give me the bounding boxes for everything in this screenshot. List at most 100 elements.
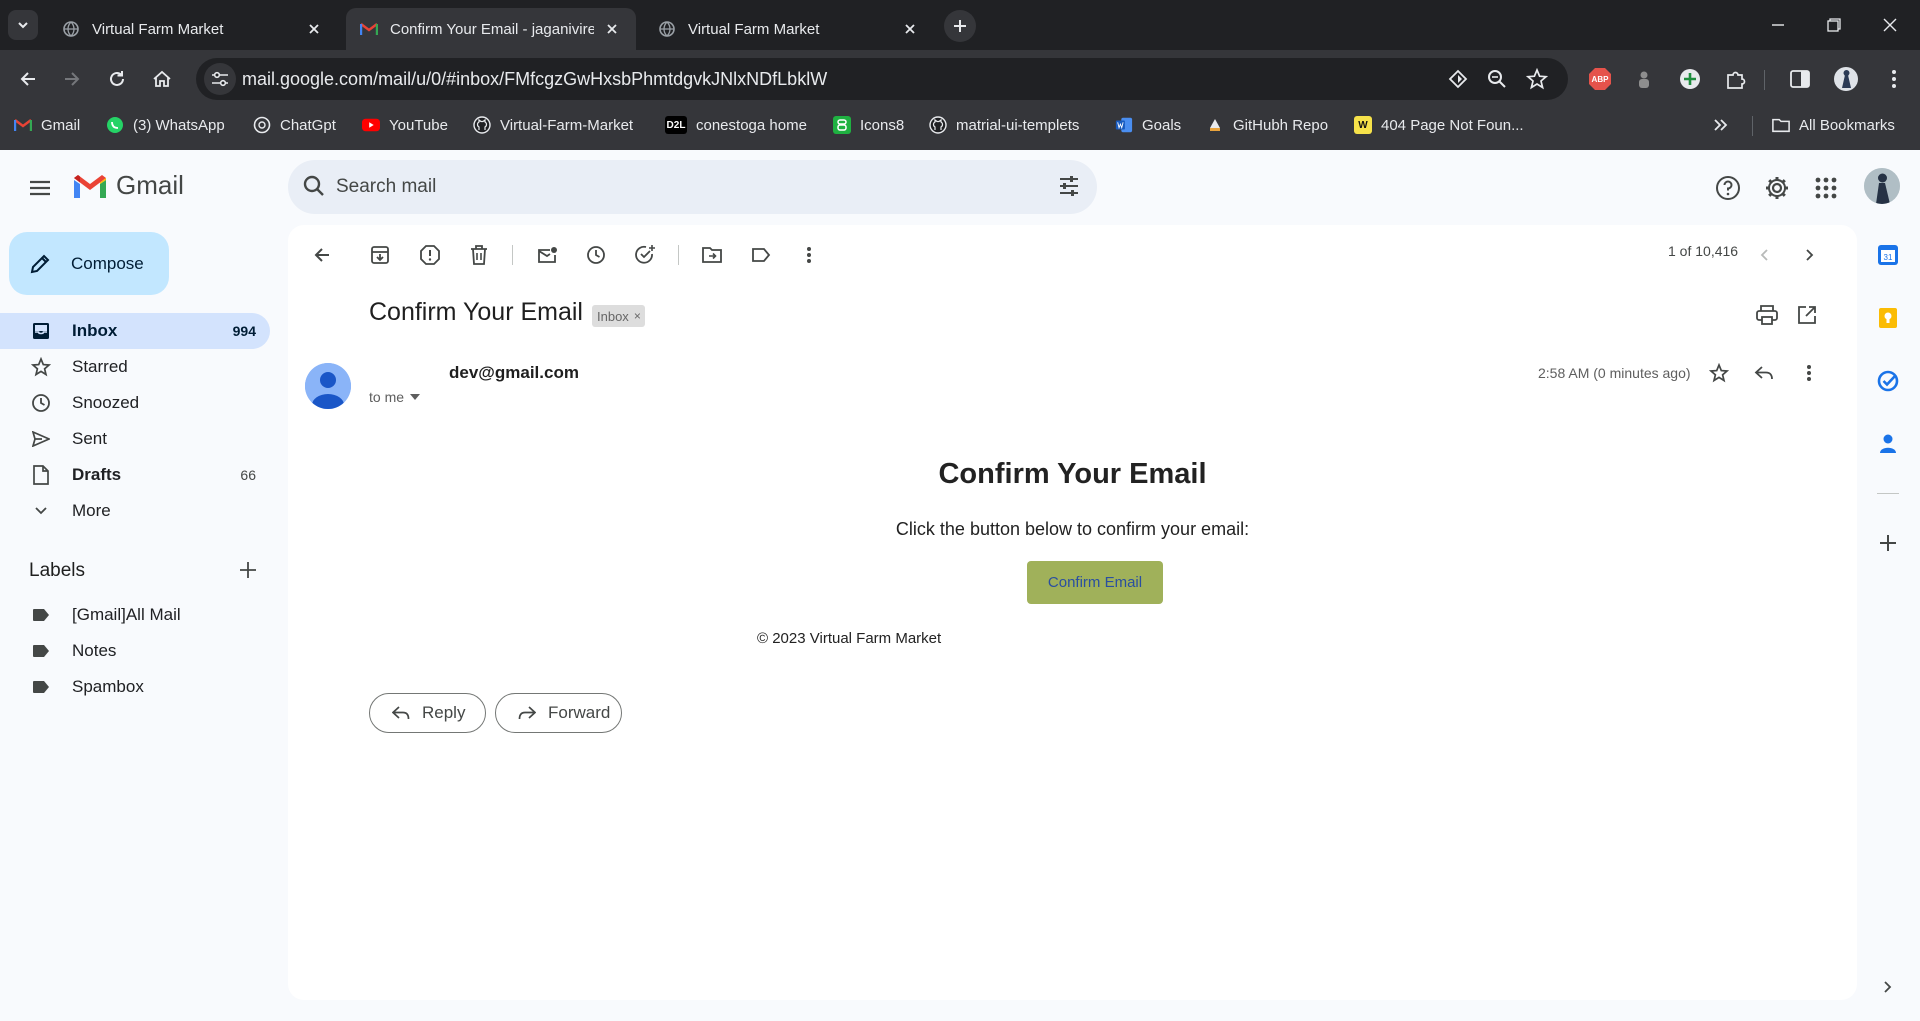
more-actions-button[interactable] — [791, 237, 827, 273]
sidebar-label-spambox[interactable]: Spambox — [0, 669, 270, 705]
bookmark-github-repo[interactable]: GitHubh Repo — [1206, 108, 1328, 142]
plus-icon — [954, 20, 966, 32]
reply-action-button[interactable]: Reply — [369, 693, 486, 733]
bookmark-star-icon[interactable] — [1524, 66, 1550, 92]
calendar-app-button[interactable]: 31 — [1870, 237, 1906, 273]
newer-button[interactable] — [1747, 237, 1783, 273]
spam-icon — [420, 245, 440, 265]
minimize-button[interactable] — [1750, 0, 1806, 50]
extension-icon[interactable] — [1628, 63, 1660, 95]
bookmark-404-page[interactable]: W 404 Page Not Foun... — [1354, 108, 1524, 142]
settings-button[interactable] — [1759, 170, 1795, 206]
bookmark-virtual-farm-market[interactable]: Virtual-Farm-Market — [473, 108, 633, 142]
reply-button[interactable] — [1746, 355, 1782, 391]
browser-tab-2[interactable]: Confirm Your Email - jaganivire — [346, 8, 636, 50]
message-more-button[interactable] — [1791, 355, 1827, 391]
adblock-extension[interactable]: ABP — [1584, 63, 1616, 95]
more-bookmarks-button[interactable] — [1713, 108, 1729, 142]
contacts-app-button[interactable] — [1870, 426, 1906, 462]
bookmarks-divider — [1752, 116, 1753, 136]
recipient-details[interactable]: to me — [369, 389, 421, 405]
sidebar-item-drafts[interactable]: Drafts 66 — [0, 457, 270, 493]
bookmark-conestoga-home[interactable]: D2L conestoga home — [665, 108, 807, 142]
bookmark-chatgpt[interactable]: ChatGpt — [253, 108, 336, 142]
gmail-logo[interactable]: Gmail — [72, 170, 184, 201]
bookmark-matrial-ui-templets[interactable]: matrial-ui-templets — [929, 108, 1079, 142]
address-bar[interactable]: mail.google.com/mail/u/0/#inbox/FMfcgzGw… — [196, 58, 1568, 100]
show-side-panel-button[interactable] — [1870, 969, 1906, 1005]
restore-button[interactable] — [1806, 0, 1862, 50]
bookmark-gmail[interactable]: Gmail — [14, 108, 80, 142]
zoom-icon[interactable] — [1484, 66, 1510, 92]
profile-avatar[interactable] — [1830, 63, 1862, 95]
forward-button[interactable] — [56, 63, 88, 95]
trash-icon — [471, 245, 487, 265]
reload-button[interactable] — [101, 63, 133, 95]
archive-button[interactable] — [362, 237, 398, 273]
add-extension-icon[interactable] — [1674, 63, 1706, 95]
bookmark-icons8[interactable]: Icons8 — [833, 108, 904, 142]
site-info-button[interactable] — [204, 63, 236, 95]
add-to-tasks-button[interactable] — [627, 237, 663, 273]
bookmark-goals[interactable]: Goals — [1115, 108, 1181, 142]
forward-action-button[interactable]: Forward — [495, 693, 622, 733]
move-to-button[interactable] — [694, 237, 730, 273]
bookmark-whatsapp[interactable]: (3) WhatsApp — [106, 108, 225, 142]
person-icon — [305, 363, 351, 409]
tasks-app-button[interactable] — [1870, 363, 1906, 399]
apps-button[interactable] — [1808, 170, 1844, 206]
get-addons-button[interactable] — [1870, 525, 1906, 561]
report-spam-button[interactable] — [412, 237, 448, 273]
support-button[interactable] — [1710, 170, 1746, 206]
bookmark-youtube[interactable]: YouTube — [362, 108, 448, 142]
labels-button[interactable] — [743, 237, 779, 273]
sidebar-label-notes[interactable]: Notes — [0, 633, 270, 669]
open-new-window-button[interactable] — [1789, 297, 1825, 333]
new-tab-button[interactable] — [944, 10, 976, 42]
compose-button[interactable]: Compose — [9, 232, 169, 295]
search-options-icon[interactable] — [1057, 174, 1081, 203]
all-bookmarks-button[interactable]: All Bookmarks — [1772, 108, 1895, 142]
sidebar-item-snoozed[interactable]: Snoozed — [0, 385, 270, 421]
sidebar-item-starred[interactable]: Starred — [0, 349, 270, 385]
create-label-button[interactable] — [237, 559, 259, 586]
side-panel-icon[interactable] — [1784, 63, 1816, 95]
search-icon[interactable] — [302, 173, 326, 204]
confirm-email-button[interactable]: Confirm Email — [1027, 561, 1163, 604]
sidebar-item-more[interactable]: More — [0, 493, 270, 529]
tab-search-button[interactable] — [8, 10, 38, 40]
star-icon — [29, 357, 53, 377]
mark-unread-button[interactable] — [529, 237, 565, 273]
print-all-button[interactable] — [1749, 297, 1785, 333]
puzzle-icon[interactable] — [1720, 63, 1752, 95]
home-button[interactable] — [146, 63, 178, 95]
sender-avatar[interactable] — [305, 363, 351, 409]
close-window-button[interactable] — [1862, 0, 1918, 50]
chatgpt-icon — [253, 116, 271, 134]
remove-label-icon[interactable]: × — [634, 309, 641, 323]
keep-app-button[interactable] — [1870, 300, 1906, 336]
back-button[interactable] — [12, 63, 44, 95]
snooze-button[interactable] — [578, 237, 614, 273]
browser-tab-1[interactable]: Virtual Farm Market — [48, 8, 338, 50]
main-menu-button[interactable] — [22, 170, 58, 206]
lens-icon[interactable] — [1445, 66, 1471, 92]
message-timestamp: 2:58 AM (0 minutes ago) — [1538, 365, 1691, 381]
older-button[interactable] — [1791, 237, 1827, 273]
close-tab-icon[interactable] — [900, 19, 920, 39]
account-avatar[interactable] — [1864, 168, 1900, 204]
close-tab-icon[interactable] — [602, 19, 622, 39]
sender-email[interactable]: dev@gmail.com — [449, 363, 579, 383]
browser-menu-icon[interactable] — [1878, 63, 1910, 95]
back-to-inbox-button[interactable] — [304, 237, 340, 273]
search-input[interactable] — [336, 160, 1016, 214]
close-tab-icon[interactable] — [304, 19, 324, 39]
browser-tab-3[interactable]: Virtual Farm Market — [644, 8, 934, 50]
sidebar-item-inbox[interactable]: Inbox 994 — [0, 313, 270, 349]
hamburger-icon — [30, 180, 50, 196]
star-message-button[interactable] — [1701, 355, 1737, 391]
message-pane: 1 of 10,416 Confirm Your Email Inbox × d… — [288, 225, 1857, 1000]
delete-button[interactable] — [461, 237, 497, 273]
sidebar-label-all-mail[interactable]: [Gmail]All Mail — [0, 597, 270, 633]
sidebar-item-sent[interactable]: Sent — [0, 421, 270, 457]
